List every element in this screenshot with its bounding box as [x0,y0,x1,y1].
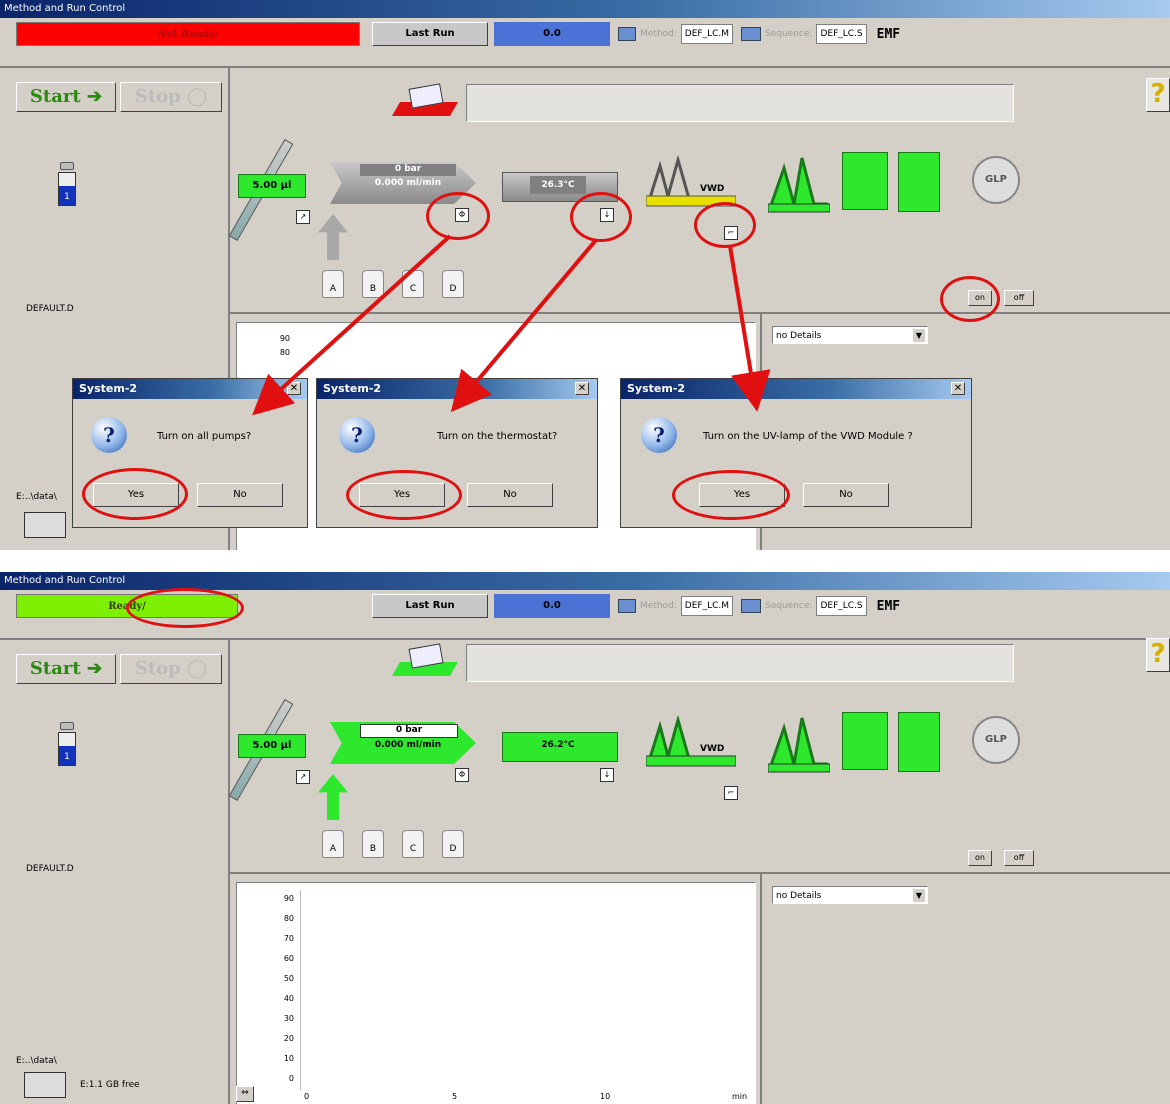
annotation-arrow [252,234,452,416]
injector-volume[interactable]: 5.00 µl [238,734,306,758]
method-label: Method: [640,601,677,611]
lamp-on-button[interactable]: on [968,850,992,866]
emf-icon[interactable]: EMF [877,599,900,614]
injector-small-icon[interactable]: ↗ [296,770,310,784]
pump-flow: 0.000 ml/min [374,740,442,750]
solvent-label: D [449,844,457,854]
last-run-button[interactable]: Last Run [372,594,488,618]
thermostat-temp: 26.2°C [530,736,586,754]
y-tick: 50 [283,974,294,983]
start-button[interactable]: Start ➔ [16,654,116,684]
top-panel: Method and Run Control Not Ready/ Last R… [0,0,1170,550]
solvent-label: B [369,844,377,854]
report-icon[interactable] [898,712,940,772]
x-tick: 0 [304,1092,310,1101]
solvent-label: A [329,844,337,854]
plot-divider [760,872,762,1104]
annotation-arrow [450,238,598,413]
vwd-detector-icon[interactable] [645,714,737,768]
y-tick: 30 [283,1014,294,1023]
zoom-icon[interactable]: ⇔ [236,1086,254,1102]
x-tick: 5 [452,1092,458,1101]
chevron-down-icon: ▼ [913,889,925,902]
sequence-icon [741,599,762,613]
solvent-bottle-d[interactable]: D [442,830,464,858]
sequence-field[interactable]: DEF_LC.S [816,596,867,616]
y-tick: 0 [288,1074,294,1083]
solvent-bottle-a[interactable]: A [322,830,344,858]
y-tick: 40 [283,994,294,1003]
sequence-label: Sequence: [765,601,813,611]
pump-pressure: 0 bar [360,724,458,738]
divider [230,872,1170,874]
annotation-arrow [728,245,771,412]
x-unit: min [732,1092,748,1101]
y-tick: 80 [283,914,294,923]
y-tick: 70 [283,934,294,943]
bottom-panel: Method and Run Control Ready/ Last Run 0… [0,572,1170,1104]
y-tick: 10 [283,1054,294,1063]
vial-number: 1 [58,732,76,766]
divider [0,638,1170,640]
details-value: no Details [776,891,822,901]
vial-icon: 1 [57,722,77,768]
plot-y-axis [300,890,301,1090]
window-title: Method and Run Control [0,572,1170,590]
path-label: E:..\data\ [16,1056,57,1066]
method-group: Method: DEF_LC.M Sequence: DEF_LC.S EMF [618,594,900,618]
pump-status-icon[interactable]: Φ [455,768,469,782]
x-tick: 10 [600,1092,611,1101]
method-icon [618,599,636,613]
pump-arrow-up-icon [318,774,348,820]
lamp-off-button[interactable]: off [1004,850,1034,866]
arrow-right-icon: ➔ [86,658,103,679]
glp-icon[interactable]: GLP [972,716,1020,764]
y-tick: 90 [283,894,294,903]
disk-icon[interactable] [24,1072,66,1098]
y-tick: 20 [283,1034,294,1043]
vwd-status-icon[interactable]: ⌐ [724,786,738,800]
solvent-bottle-b[interactable]: B [362,830,384,858]
message-box [466,644,1014,682]
solvent-bottle-c[interactable]: C [402,830,424,858]
signal-plot [236,882,756,1104]
circle-icon: ◯ [187,658,208,679]
thermostat-status-icon[interactable]: ↓ [600,768,614,782]
chromatogram-icon[interactable] [767,708,831,774]
annotation-arrows [252,234,771,416]
status-bar: Ready/ [16,594,238,618]
stop-button[interactable]: Stop ◯ [120,654,222,684]
help-button[interactable]: ? [1146,638,1170,672]
data-file-label: DEFAULT.D [26,864,74,874]
balance-icon[interactable] [842,712,888,770]
method-book-icon[interactable] [391,640,459,680]
glp-label: GLP [985,734,1007,745]
method-field[interactable]: DEF_LC.M [680,596,734,616]
vwd-label: VWD [700,744,725,754]
disk-free-label: E:1.1 GB free [80,1080,140,1090]
y-tick: 60 [283,954,294,963]
start-label: Start [29,658,81,679]
stop-label: Stop [134,658,181,679]
solvent-label: C [409,844,417,854]
details-dropdown[interactable]: no Details ▼ [772,886,928,904]
run-value: 0.0 [494,594,610,618]
